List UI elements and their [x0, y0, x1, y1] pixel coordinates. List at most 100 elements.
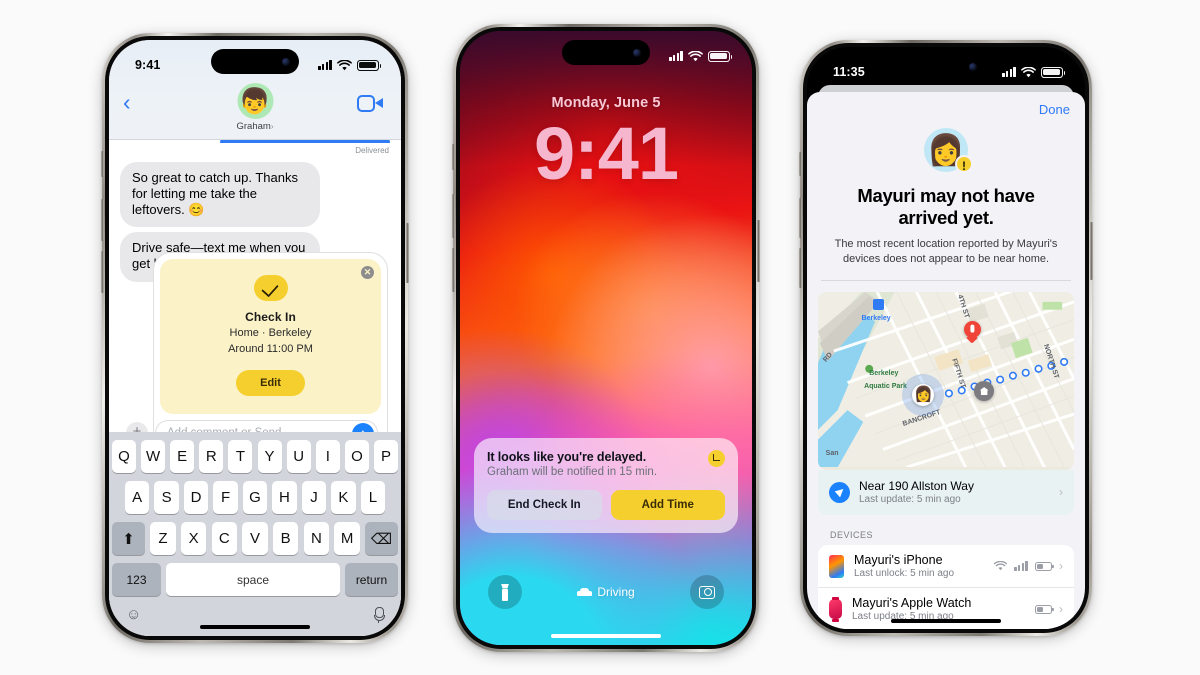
phone-messages: 9:41 ‹ 👦 Graham› Delivered So great to c…: [101, 33, 409, 643]
key-e[interactable]: E: [170, 440, 195, 473]
back-button[interactable]: ‹: [123, 91, 131, 114]
map-view[interactable]: Berkeley Berkeley Aquatic Park BANCROFT …: [818, 292, 1074, 471]
message-bubble: So great to catch up. Thanks for letting…: [120, 162, 320, 228]
cellular-signal-icon: [318, 60, 332, 70]
key-g[interactable]: G: [242, 481, 268, 514]
battery-icon: [357, 59, 382, 71]
camera-icon: [699, 585, 715, 599]
avatar[interactable]: 👦: [237, 83, 273, 119]
facetime-icon[interactable]: [357, 95, 383, 112]
microphone-icon[interactable]: [373, 606, 385, 623]
battery-icon: [1035, 604, 1054, 614]
volume-up-button[interactable]: [452, 194, 455, 238]
home-indicator[interactable]: [551, 633, 661, 638]
key-j[interactable]: J: [301, 481, 327, 514]
divider: [821, 280, 1071, 282]
flashlight-button[interactable]: [488, 575, 522, 609]
key-m[interactable]: M: [334, 522, 360, 555]
edit-button[interactable]: Edit: [236, 370, 305, 397]
shift-key[interactable]: ⬆: [112, 522, 145, 555]
close-icon[interactable]: ✕: [361, 266, 374, 279]
dynamic-island: [562, 40, 650, 65]
focus-status[interactable]: Driving: [577, 585, 635, 599]
location-arrow-icon: [829, 481, 850, 503]
map-pin-icon[interactable]: [963, 320, 981, 338]
key-t[interactable]: T: [228, 440, 253, 473]
key-s[interactable]: S: [154, 481, 179, 514]
key-i[interactable]: I: [315, 440, 340, 473]
home-indicator[interactable]: [891, 618, 1001, 623]
backspace-key[interactable]: ⌫: [365, 522, 398, 555]
key-h[interactable]: H: [272, 481, 297, 514]
home-indicator[interactable]: [200, 624, 310, 629]
key-a[interactable]: A: [124, 481, 150, 514]
key-u[interactable]: U: [286, 440, 311, 473]
address-title: Near 190 Allston Way: [859, 479, 974, 494]
battery-icon: [1041, 66, 1066, 78]
volume-up-button[interactable]: [799, 198, 802, 238]
cellular-signal-icon: [669, 51, 683, 61]
device-meta-icons: ›: [994, 559, 1063, 573]
mute-switch[interactable]: [799, 152, 802, 176]
phone-find-my: 11:35 Done 👩 ! Mayuri may not have arriv…: [799, 40, 1093, 636]
contact-header[interactable]: 👦 Graham›: [237, 83, 274, 132]
space-key[interactable]: space: [166, 563, 340, 596]
address-row[interactable]: Near 190 Allston Way Last update: 5 min …: [818, 470, 1074, 516]
check-in-clock-icon: [708, 450, 725, 467]
key-l[interactable]: L: [360, 481, 386, 514]
mute-switch[interactable]: [101, 151, 104, 177]
key-o[interactable]: O: [344, 440, 369, 473]
volume-down-button[interactable]: [101, 251, 104, 293]
key-n[interactable]: N: [303, 522, 330, 555]
delivered-label: Delivered: [355, 146, 389, 155]
wifi-icon: [688, 50, 703, 61]
key-c[interactable]: C: [211, 522, 238, 555]
list-item[interactable]: Mayuri's iPhone Last unlock: 5 min ago ›: [818, 545, 1074, 587]
add-time-button[interactable]: Add Time: [610, 490, 725, 520]
volume-down-button[interactable]: [799, 248, 802, 288]
checkmark-icon: [253, 275, 288, 301]
emoji-key[interactable]: ☺: [126, 606, 141, 623]
memoji-graham-icon: 👦: [239, 87, 271, 116]
volume-down-button[interactable]: [452, 248, 455, 292]
key-v[interactable]: V: [242, 522, 268, 555]
end-check-in-button[interactable]: End Check In: [487, 490, 602, 520]
key-y[interactable]: Y: [257, 440, 282, 473]
volume-up-button[interactable]: [101, 199, 104, 241]
check-in-card[interactable]: ✕ Check In Home · Berkeley Around 11:00 …: [160, 259, 381, 415]
devices-section-header: DEVICES: [830, 530, 874, 541]
flashlight-icon: [501, 584, 509, 601]
front-camera-icon: [633, 48, 641, 57]
phone-lock-screen: Monday, June 5 9:41 It looks like you're…: [452, 24, 760, 652]
key-k[interactable]: K: [331, 481, 356, 514]
mute-switch[interactable]: [452, 144, 455, 170]
keyboard-bottom-row: ☺: [112, 604, 398, 623]
side-button[interactable]: [1090, 222, 1093, 280]
check-in-location: Home · Berkeley: [229, 327, 312, 339]
done-button[interactable]: Done: [1039, 102, 1070, 117]
check-in-time: Around 11:00 PM: [228, 343, 313, 356]
device-name: Mayuri's Apple Watch: [852, 596, 972, 611]
alert-description: The most recent location reported by May…: [834, 238, 1058, 266]
numbers-key[interactable]: 123: [112, 563, 161, 596]
key-q[interactable]: Q: [111, 440, 136, 473]
camera-button[interactable]: [690, 575, 724, 609]
key-d[interactable]: D: [183, 481, 209, 514]
key-w[interactable]: W: [141, 440, 166, 473]
check-in-delay-card[interactable]: It looks like you're delayed. Graham wil…: [474, 438, 738, 533]
key-f[interactable]: F: [213, 481, 238, 514]
side-button[interactable]: [757, 220, 760, 282]
keyboard: Q W E R T Y U I O P A S D F G H J K L ⬆ …: [109, 432, 401, 636]
phone-screen: 11:35 Done 👩 ! Mayuri may not have arriv…: [807, 47, 1085, 629]
map-person-avatar[interactable]: 👩: [912, 383, 935, 406]
cellular-signal-icon: [1014, 561, 1028, 572]
status-icons: [1002, 66, 1066, 78]
key-z[interactable]: Z: [150, 522, 176, 555]
key-x[interactable]: X: [180, 522, 207, 555]
key-p[interactable]: P: [374, 440, 399, 473]
side-button[interactable]: [406, 223, 409, 283]
key-b[interactable]: B: [272, 522, 299, 555]
screenshot-stage: 9:41 ‹ 👦 Graham› Delivered So great to c…: [0, 0, 1200, 675]
return-key[interactable]: return: [345, 563, 398, 596]
key-r[interactable]: R: [199, 440, 224, 473]
